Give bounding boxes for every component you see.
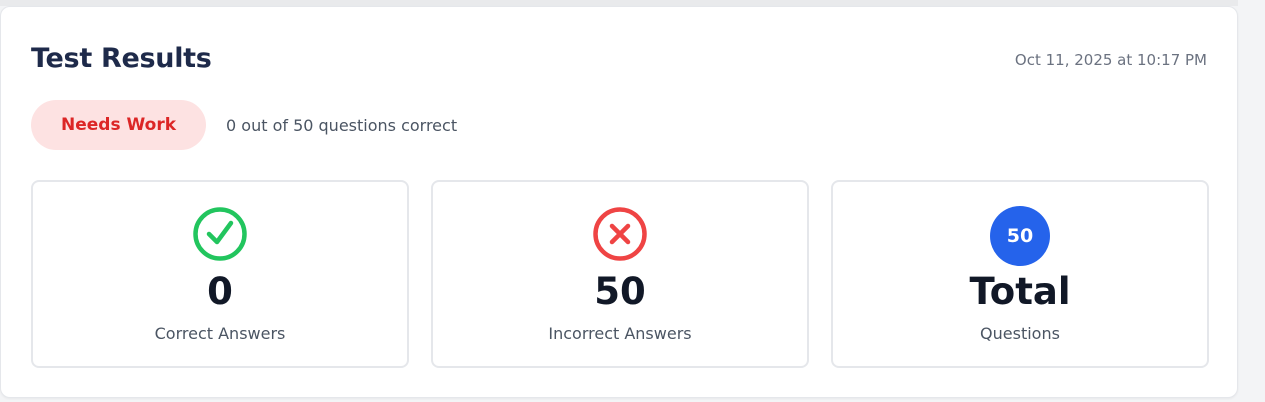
x-circle-icon [592, 206, 648, 262]
correct-count: 0 [207, 270, 233, 313]
test-results-card: Test Results Oct 11, 2025 at 10:17 PM Ne… [0, 6, 1238, 398]
incorrect-count: 50 [594, 270, 646, 313]
score-summary: 0 out of 50 questions correct [226, 115, 458, 135]
incorrect-label: Incorrect Answers [548, 324, 692, 343]
status-badge: Needs Work [31, 100, 207, 150]
total-count-badge: 50 [990, 206, 1050, 266]
correct-answers-card: 0 Correct Answers [31, 180, 409, 368]
total-questions-card: 50 Total Questions [831, 180, 1209, 368]
status-row: Needs Work 0 out of 50 questions correct [31, 100, 457, 150]
timestamp: Oct 11, 2025 at 10:17 PM [1014, 51, 1207, 69]
page-title: Test Results [31, 43, 212, 74]
correct-label: Correct Answers [154, 324, 286, 343]
total-heading: Total [969, 270, 1071, 313]
incorrect-answers-card: 50 Incorrect Answers [431, 180, 809, 368]
stats-grid: 0 Correct Answers 50 Incorrect Answers 5… [31, 180, 1209, 368]
total-label: Questions [980, 324, 1060, 343]
check-circle-icon [192, 206, 248, 262]
